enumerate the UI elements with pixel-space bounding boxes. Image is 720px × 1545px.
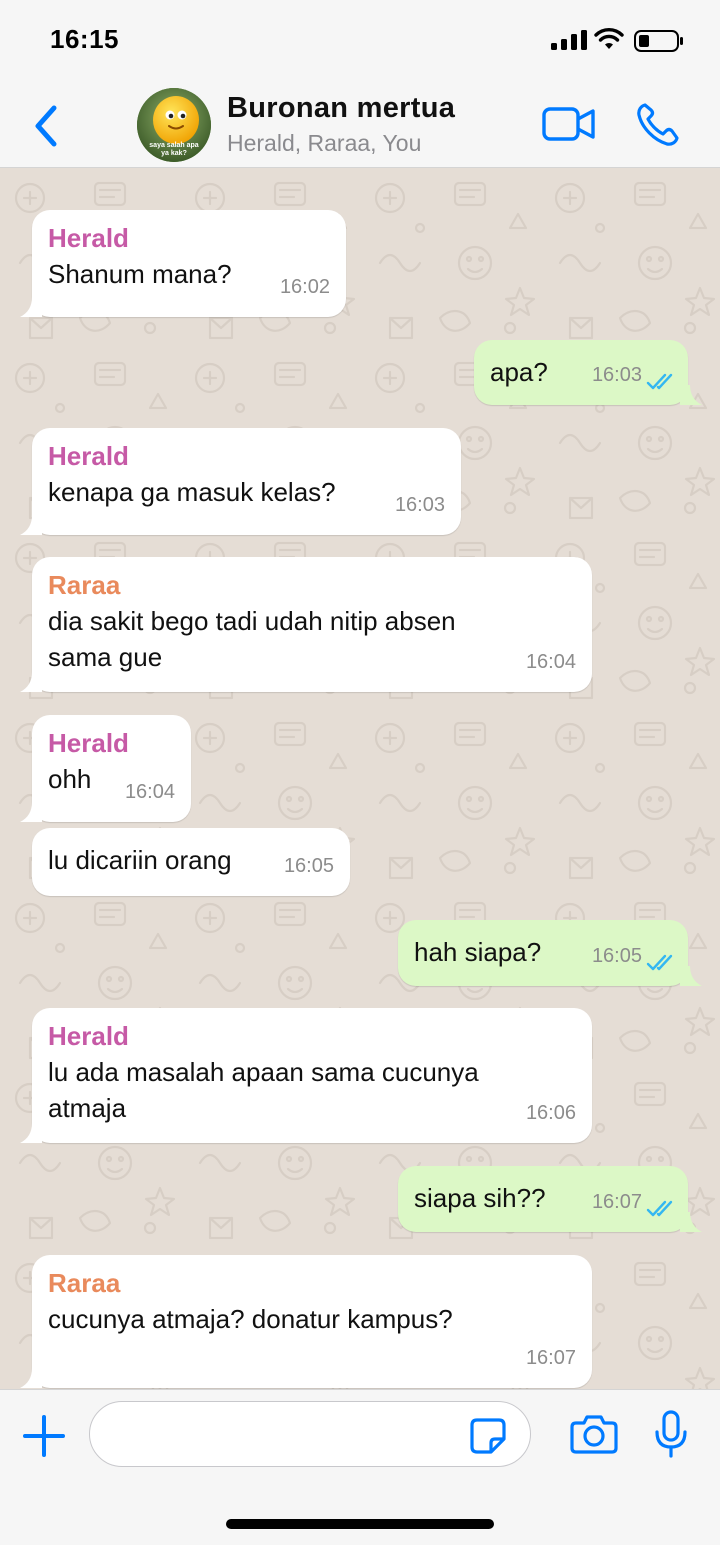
message-sender[interactable]: Herald bbox=[48, 438, 129, 474]
chat-title[interactable]: Buronan mertua bbox=[227, 92, 455, 125]
outgoing-message-bubble[interactable]: apa? 16:03 bbox=[474, 340, 702, 405]
bubble-tail bbox=[20, 672, 42, 692]
outgoing-message-bubble[interactable]: hah siapa? 16:05 bbox=[398, 920, 702, 986]
group-avatar[interactable]: saya salah apa ya kak? bbox=[137, 88, 211, 162]
message-text: kenapa ga masuk kelas? bbox=[48, 477, 336, 507]
message-time: 16:03 bbox=[591, 364, 642, 386]
message-text: siapa sih?? bbox=[414, 1183, 546, 1213]
message-sender[interactable]: Raraa bbox=[48, 567, 120, 603]
status-time: 16:15 bbox=[50, 24, 119, 54]
message-list[interactable]: Herald Shanum mana? 16:02 apa? 16:03 Herald ke… bbox=[0, 168, 720, 1389]
read-receipt-icon bbox=[646, 373, 673, 390]
status-bar: 16:15 bbox=[0, 0, 720, 84]
message-text: cucunya atmaja? donatur kampus? bbox=[48, 1304, 453, 1334]
message-text: apa? bbox=[490, 357, 548, 387]
message-text: lu ada masalah apaan sama cucunya bbox=[48, 1057, 479, 1087]
sticker-icon[interactable] bbox=[469, 1417, 507, 1455]
composer-bar bbox=[0, 1389, 720, 1545]
chat-participants[interactable]: Herald, Raraa, You bbox=[227, 130, 421, 157]
incoming-message-bubble[interactable]: Raraa dia sakit bego tadi udah nitip abse… bbox=[20, 557, 592, 692]
microphone-icon[interactable] bbox=[654, 1410, 688, 1458]
message-text: ohh bbox=[48, 764, 92, 794]
message-time: 16:03 bbox=[394, 494, 445, 516]
message-text: atmaja bbox=[48, 1093, 127, 1123]
message-input[interactable] bbox=[89, 1401, 531, 1467]
message-text: lu dicariin orang bbox=[48, 845, 232, 875]
read-receipt-icon bbox=[646, 954, 673, 971]
message-sender[interactable]: Herald bbox=[48, 1018, 129, 1054]
incoming-message-bubble[interactable]: Herald kenapa ga masuk kelas? 16:03 bbox=[20, 428, 461, 535]
bubble-tail bbox=[680, 1212, 702, 1232]
message-sender[interactable]: Herald bbox=[48, 220, 129, 256]
cellular-signal-icon bbox=[551, 30, 587, 50]
incoming-message-bubble[interactable]: Herald ohh 16:04 bbox=[20, 715, 191, 822]
bubble-tail bbox=[20, 1123, 42, 1143]
bubble-tail bbox=[20, 515, 42, 535]
camera-icon[interactable] bbox=[570, 1414, 618, 1454]
message-time: 16:05 bbox=[591, 945, 642, 967]
wifi-icon bbox=[594, 28, 624, 49]
chevron-left-icon[interactable] bbox=[28, 102, 64, 150]
incoming-message-bubble[interactable]: Herald Shanum mana? 16:02 bbox=[20, 210, 346, 317]
bubble-tail bbox=[20, 1368, 42, 1388]
avatar-caption-line-2: ya kak? bbox=[161, 150, 187, 157]
message-sender[interactable]: Herald bbox=[48, 725, 129, 761]
incoming-message-bubble[interactable]: Raraa cucunya atmaja? donatur kampus? 16:0… bbox=[20, 1255, 592, 1388]
message-time: 16:07 bbox=[591, 1191, 642, 1213]
incoming-message-bubble[interactable]: lu dicariin orang 16:05 bbox=[32, 828, 350, 896]
incoming-message-bubble[interactable]: Herald lu ada masalah apaan sama cucunya a… bbox=[20, 1008, 592, 1143]
home-indicator[interactable] bbox=[226, 1519, 494, 1529]
message-text: dia sakit bego tadi udah nitip absen bbox=[48, 606, 456, 636]
bubble-tail bbox=[20, 297, 42, 317]
battery-icon bbox=[634, 30, 683, 52]
video-camera-icon[interactable] bbox=[541, 106, 597, 142]
chat-header: saya salah apa ya kak? Buronan mertua He… bbox=[0, 84, 720, 168]
bubble-tail bbox=[680, 385, 702, 405]
message-sender[interactable]: Raraa bbox=[48, 1265, 120, 1301]
read-receipt-icon bbox=[646, 1200, 673, 1217]
phone-icon[interactable] bbox=[636, 102, 680, 148]
message-text: hah siapa? bbox=[414, 937, 542, 967]
message-time: 16:06 bbox=[525, 1102, 576, 1124]
message-text: Shanum mana? bbox=[48, 259, 232, 289]
avatar-image: saya salah apa ya kak? bbox=[137, 88, 211, 162]
message-time: 16:02 bbox=[279, 276, 330, 298]
outgoing-message-bubble[interactable]: siapa sih?? 16:07 bbox=[398, 1166, 702, 1232]
message-time: 16:07 bbox=[525, 1347, 576, 1369]
message-time: 16:04 bbox=[525, 651, 576, 673]
bubble-tail bbox=[20, 802, 42, 822]
bubble-tail bbox=[680, 966, 702, 986]
plus-icon[interactable] bbox=[22, 1414, 66, 1458]
message-time: 16:05 bbox=[283, 855, 334, 877]
message-text: sama gue bbox=[48, 642, 163, 672]
avatar-caption-line-1: saya salah apa bbox=[149, 142, 199, 149]
message-time: 16:04 bbox=[124, 781, 175, 803]
